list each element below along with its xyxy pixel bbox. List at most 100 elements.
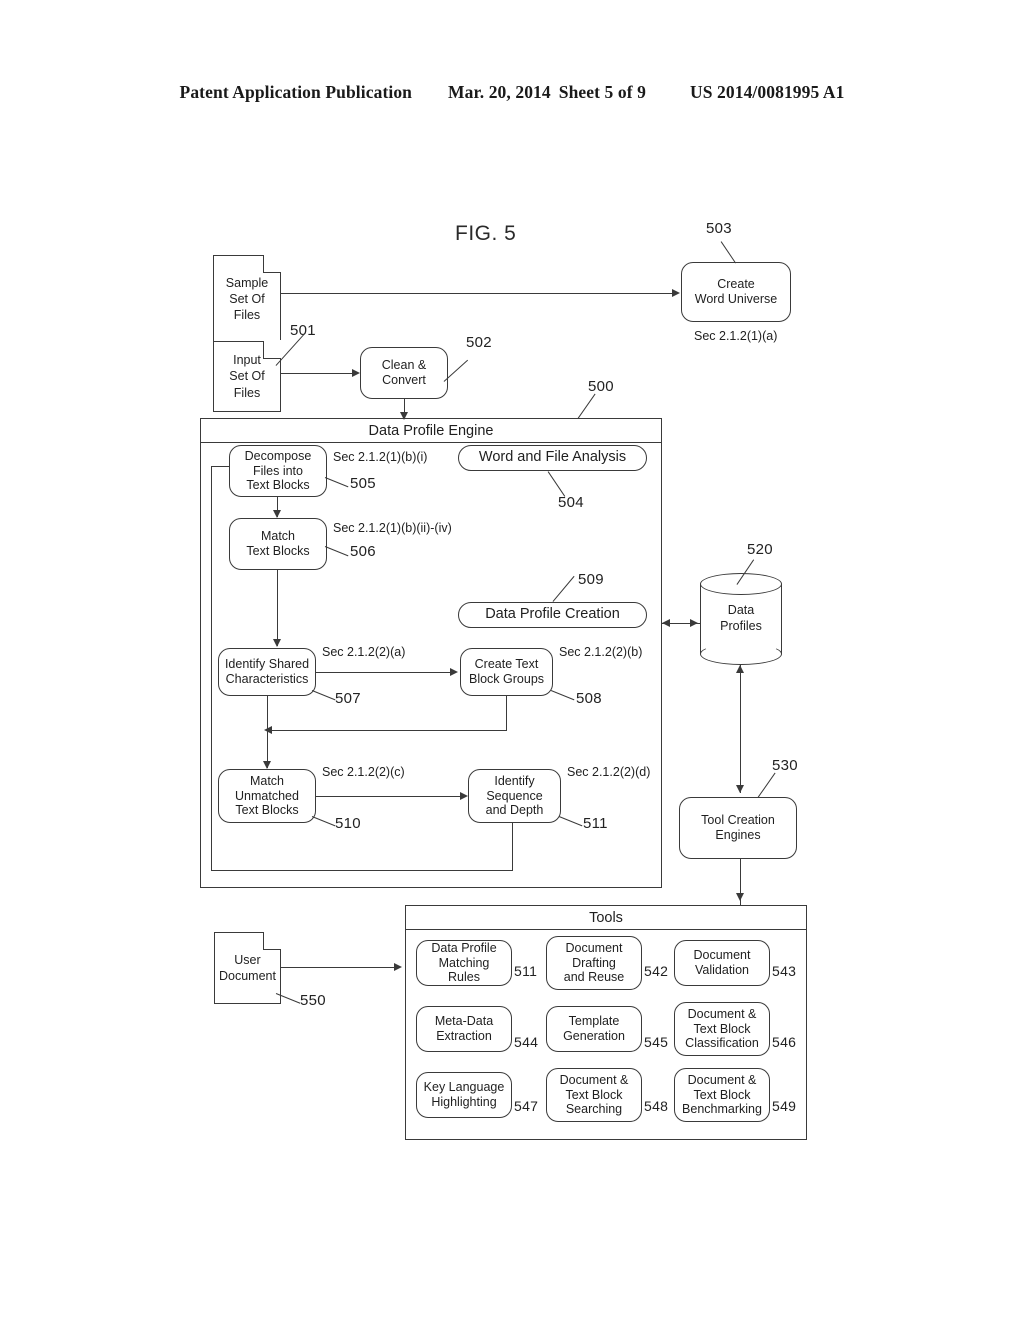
ref-tool-544: 544: [514, 1034, 539, 1050]
tool-document-text-block-benchmarking: Document & Text Block Benchmarking: [674, 1068, 770, 1122]
edge-sample-files-to-word-universe: [281, 293, 672, 295]
section-506: Sec 2.1.2(1)(b)(ii)-(iv): [333, 521, 452, 535]
step-510-line-1: Match: [249, 773, 285, 788]
node-identify-sequence-and-depth: Identify Sequence and Depth: [468, 769, 561, 823]
phase-label-data-profile-creation: Data Profile Creation: [485, 606, 620, 623]
leader-503: [720, 241, 737, 264]
doc-fold-icon: [263, 932, 281, 950]
tool-creation-line-1: Tool Creation: [701, 813, 775, 828]
ref-tool-542: 542: [644, 963, 669, 979]
doc-fold-icon: [263, 341, 281, 359]
node-data-profile-creation: Data Profile Creation: [458, 602, 647, 628]
tool-key-language-highlighting: Key Language Highlighting: [416, 1072, 512, 1118]
ref-505: 505: [350, 475, 376, 492]
user-document-line-2: Document: [219, 969, 276, 983]
step-510-line-3: Text Blocks: [235, 803, 299, 818]
tool-document-drafting-and-reuse: Document Drafting and Reuse: [546, 936, 642, 990]
ref-511-step: 511: [583, 815, 608, 832]
ref-tool-547: 547: [514, 1098, 539, 1114]
edge-tool-creation-to-data-profiles: [740, 665, 742, 793]
step-511-line-2: Sequence: [486, 788, 543, 803]
arrowhead-508: [450, 668, 458, 676]
section-507: Sec 2.1.2(2)(a): [322, 645, 406, 659]
ref-tool-546: 546: [772, 1034, 797, 1050]
node-tool-creation-engines: Tool Creation Engines: [679, 797, 797, 859]
sample-files-line-3: Files: [233, 308, 261, 323]
arrowhead-510: [263, 761, 271, 769]
tool-template-generation: Template Generation: [546, 1006, 642, 1052]
edge-user-document-to-tools: [281, 967, 397, 969]
tool-5-line-1: Document &: [687, 1006, 757, 1021]
edge-left-rail-vertical: [211, 466, 213, 871]
leader-530: [757, 772, 776, 798]
step-505-line-3: Text Blocks: [246, 478, 310, 493]
node-identify-shared-characteristics: Identify Shared Characteristics: [218, 648, 316, 696]
node-create-text-block-groups: Create Text Block Groups: [460, 648, 553, 696]
arrowhead-to-data-profiles: [690, 619, 698, 627]
tool-6-line-2: Highlighting: [431, 1095, 497, 1109]
node-clean-and-convert: Clean & Convert: [360, 347, 448, 399]
data-profiles-label: Data Profiles: [700, 573, 782, 665]
edge-506-to-507: [277, 570, 279, 646]
step-511-line-3: and Depth: [485, 803, 544, 818]
ref-tool-545: 545: [644, 1034, 669, 1050]
arrowhead-511-step: [460, 792, 468, 800]
section-511: Sec 2.1.2(2)(d): [567, 765, 651, 779]
tool-2-line-1: Document: [693, 948, 751, 963]
ref-507: 507: [335, 690, 361, 707]
tool-8-line-1: Document &: [687, 1072, 757, 1087]
edge-507-to-510: [267, 696, 269, 768]
tool-4-line-2: Generation: [563, 1029, 625, 1043]
node-match-unmatched-text-blocks: Match Unmatched Text Blocks: [218, 769, 316, 823]
ref-510: 510: [335, 815, 361, 832]
node-data-profiles-store: Data Profiles: [700, 573, 782, 665]
tool-5-line-2: Text Block: [693, 1021, 751, 1036]
ref-tool-543: 543: [772, 963, 797, 979]
word-universe-line-2: Word Universe: [694, 292, 778, 306]
step-511-line-1: Identify: [494, 773, 535, 788]
tool-document-text-block-classification: Document & Text Block Classification: [674, 1002, 770, 1056]
ref-tool-549: 549: [772, 1098, 797, 1114]
tool-3-line-2: Extraction: [436, 1029, 492, 1043]
clean-convert-line-1: Clean &: [381, 358, 427, 373]
engine-title: Data Profile Engine: [201, 419, 661, 443]
word-universe-line-1: Create: [717, 277, 755, 292]
tool-4-line-1: Template: [568, 1014, 620, 1029]
tool-5-line-3: Classification: [685, 1036, 759, 1051]
input-files-line-3: Files: [233, 385, 261, 400]
edge-510-to-511: [316, 796, 464, 798]
data-profiles-line-2: Profiles: [720, 619, 762, 633]
input-files-line-1: Input: [233, 353, 261, 368]
ref-tool-511: 511: [514, 963, 538, 979]
step-506-line-2: Text Blocks: [246, 544, 310, 558]
step-505-line-1: Decompose: [244, 448, 312, 463]
section-word-universe: Sec 2.1.2(1)(a): [694, 329, 778, 343]
step-505-line-2: Files into: [252, 463, 303, 478]
edge-511-feedback-horizontal: [211, 870, 513, 872]
tool-creation-line-2: Engines: [715, 828, 761, 842]
tool-8-line-3: Benchmarking: [682, 1102, 762, 1117]
tool-meta-data-extraction: Meta-Data Extraction: [416, 1006, 512, 1052]
tool-document-text-block-searching: Document & Text Block Searching: [546, 1068, 642, 1122]
input-files-line-2: Set Of: [229, 369, 265, 384]
ref-508: 508: [576, 690, 602, 707]
arrowhead-tool-creation-down: [736, 785, 744, 793]
figure-title: FIG. 5: [455, 222, 517, 245]
node-decompose-files-into-text-blocks: Decompose Files into Text Blocks: [229, 445, 327, 497]
ref-tool-548: 548: [644, 1098, 669, 1114]
leader-500: [577, 393, 596, 419]
tool-data-profile-matching-rules: Data Profile Matching Rules: [416, 940, 512, 986]
section-508: Sec 2.1.2(2)(b): [559, 645, 643, 659]
user-document-line-1: User: [234, 952, 261, 967]
figure-5-diagram: FIG. 5 Sample Set Of Files Input Set Of …: [0, 0, 1024, 1320]
tool-7-line-3: Searching: [565, 1102, 623, 1117]
doc-fold-icon: [263, 255, 281, 273]
ref-503: 503: [706, 220, 732, 237]
tool-6-line-1: Key Language: [423, 1080, 505, 1095]
arrowhead-word-universe: [672, 289, 680, 297]
node-word-and-file-analysis: Word and File Analysis: [458, 445, 647, 471]
node-create-word-universe: Create Word Universe: [681, 262, 791, 322]
arrowhead-507: [273, 639, 281, 647]
tool-1-line-2: Drafting: [572, 955, 616, 970]
step-506-line-1: Match: [260, 529, 296, 544]
